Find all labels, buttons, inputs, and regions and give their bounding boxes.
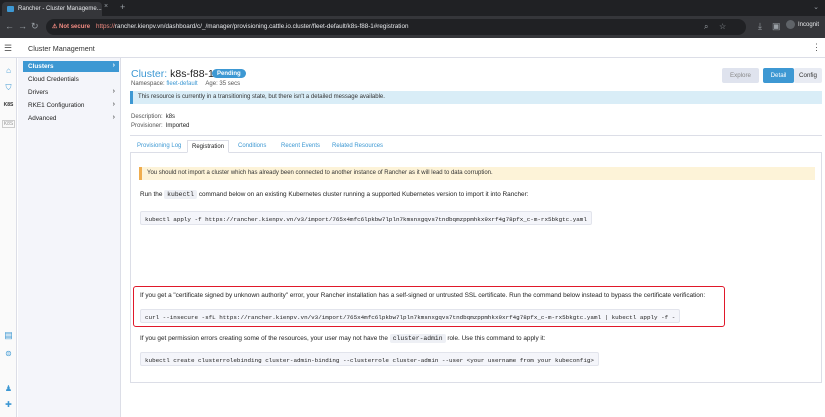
registration-panel: You should not import a cluster which ha… [130,153,822,383]
tab-provisioning-log[interactable]: Provisioning Log [137,143,181,149]
detail-button[interactable]: Detail [763,68,794,83]
browser-toolbar: ← → ↻ ⚠ Not secure https://rancher.kienp… [0,16,825,38]
permission-note: If you get permission errors creating so… [140,334,546,343]
description-line: Description: k8s [131,114,176,120]
close-tab-icon[interactable]: × [104,3,108,10]
main-content: Cluster: k8s-f88-1 Pending Namespace: fl… [122,58,825,417]
home-icon[interactable]: ⌂ [2,66,15,75]
namespace-link[interactable]: fleet-default [166,81,197,87]
k8s-cluster-icon[interactable]: K8S [2,102,15,108]
description-value: k8s [165,114,176,120]
hamburger-menu-icon[interactable]: ☰ [4,43,12,54]
tab-related-resources[interactable]: Related Resources [332,143,383,149]
explore-button[interactable]: Explore [722,68,759,83]
certificate-note: If you get a "certificate signed by unkn… [140,292,706,299]
incognito-icon [786,20,795,29]
continuous-delivery-icon[interactable]: ⊜ [2,349,15,358]
tabs-bar: Provisioning Log Registration Conditions… [130,140,822,153]
clusterrolebinding-command[interactable]: kubectl create clusterrolebinding cluste… [140,352,599,366]
tab-recent-events[interactable]: Recent Events [281,143,320,149]
status-badge: Pending [212,69,246,78]
transition-info-banner: This resource is currently in a transiti… [130,91,822,104]
forward-arrow-icon[interactable]: → [18,21,27,31]
config-button[interactable]: Config [794,68,822,83]
zoom-icon[interactable]: ⌕ [704,22,708,32]
extensions-icon[interactable]: ▣ [772,21,781,31]
product-rail: ⌂ ⛉ K8S K8S ▤ ⊜ ♟ ✚ [0,58,17,417]
download-icon[interactable]: ⤓ [758,21,762,31]
sidebar-item-clusters[interactable]: Clusters › [23,61,119,72]
chevron-right-icon: › [112,62,115,69]
age-text: Age: 35 secs [205,81,241,87]
page-title: Cluster Management [28,44,95,53]
k8s-cluster-dim-icon[interactable]: K8S [2,120,15,128]
back-arrow-icon[interactable]: ← [5,21,14,31]
cluster-title: Cluster: k8s-f88-1 [131,68,214,80]
rancher-favicon-icon [7,6,14,12]
browser-tab-title: Rancher - Cluster Manageme... [18,6,102,12]
kubectl-keyword: kubectl [164,190,198,199]
user-icon[interactable]: ♟ [2,384,15,393]
kubectl-apply-command[interactable]: kubectl apply -f https://rancher.kienpv.… [140,211,592,225]
browser-tab[interactable]: Rancher - Cluster Manageme... [2,2,102,16]
cluster-management-icon[interactable]: ▤ [2,330,15,341]
sidebar-item-drivers[interactable]: Drivers › [23,87,119,98]
tab-registration[interactable]: Registration [187,140,230,153]
address-bar[interactable]: ⚠ Not secure https://rancher.kienpv.vn/d… [46,19,746,35]
reload-icon[interactable]: ↻ [31,21,39,31]
extensions-puzzle-icon[interactable]: ✚ [2,400,15,409]
provisioner-value: Imported [165,123,190,129]
sidebar-item-advanced[interactable]: Advanced › [23,113,119,124]
kebab-menu-icon[interactable]: ⋮ [812,42,821,53]
sidebar-item-cloud-credentials[interactable]: Cloud Credentials [23,74,119,85]
cluster-manager-icon[interactable]: ⛉ [2,83,15,93]
chevron-right-icon: › [112,101,115,108]
sidebar: Clusters › Cloud Credentials Drivers › R… [18,58,121,417]
browser-tabstrip: Rancher - Cluster Manageme... × + ⌄ [0,0,825,16]
new-tab-icon[interactable]: + [120,2,125,12]
namespace-line: Namespace: fleet-default Age: 35 secs [131,81,241,87]
curl-insecure-command[interactable]: curl --insecure -sfL https://rancher.kie… [140,309,681,323]
sidebar-item-rke1-configuration[interactable]: RKE1 Configuration › [23,100,119,111]
incognito-profile[interactable]: Incognit [786,20,819,29]
provisioner-line: Provisioner: Imported [131,123,190,129]
cluster-name: k8s-f88-1 [170,68,214,80]
import-instructions: Run the kubectl command below on an exis… [140,190,529,199]
url-text[interactable]: https://rancher.kienpv.vn/dashboard/c/_/… [96,23,408,30]
warning-banner: You should not import a cluster which ha… [139,167,815,180]
cluster-admin-keyword: cluster-admin [389,334,446,343]
chevron-right-icon: › [112,114,115,121]
tab-search-icon[interactable]: ⌄ [813,3,819,11]
app-header: ☰ Cluster Management ⋮ [0,38,825,58]
not-secure-indicator[interactable]: ⚠ Not secure [52,23,90,30]
tab-conditions[interactable]: Conditions [238,143,266,149]
chevron-right-icon: › [112,88,115,95]
divider [130,135,822,136]
star-icon[interactable]: ☆ [719,22,726,31]
